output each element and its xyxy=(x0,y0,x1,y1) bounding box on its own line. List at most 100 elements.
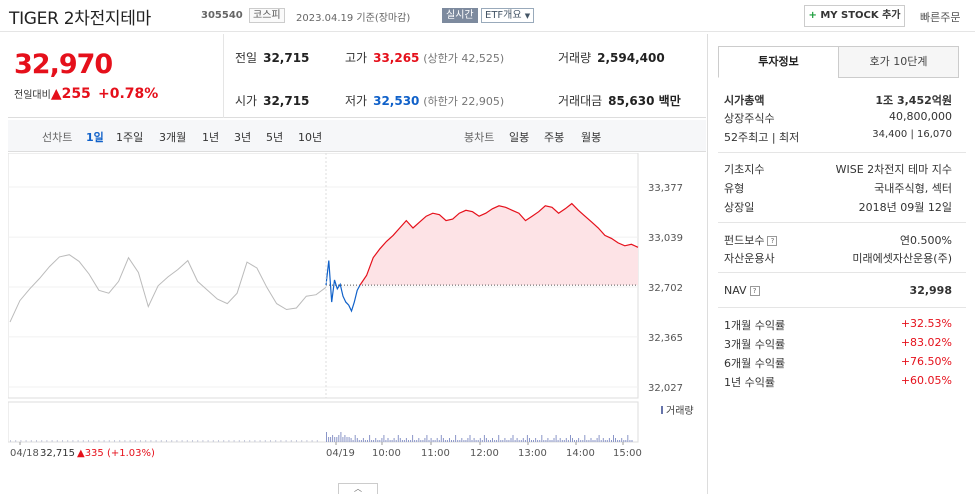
volume-bar xyxy=(348,437,350,442)
volume-bar xyxy=(369,435,371,442)
volume-bar xyxy=(496,440,498,442)
volume-bar xyxy=(613,435,614,442)
etf-overview-dropdown[interactable]: ETF개요 ▼ xyxy=(481,8,535,23)
volume-bar xyxy=(352,440,354,442)
volume-bar xyxy=(25,440,27,442)
high-price: 고가 33,265 (상한가 42,525) xyxy=(345,49,504,66)
tab-investment-info[interactable]: 투자정보 xyxy=(718,46,839,78)
volume-bar xyxy=(385,440,387,442)
volume-bar xyxy=(461,438,463,442)
add-my-stock-button[interactable]: + MY STOCK 추가 xyxy=(804,5,905,27)
upper-limit: (상한가 42,525) xyxy=(423,52,505,65)
volume-bar xyxy=(395,440,397,442)
fund-type-row: 유형 국내주식형, 섹터 xyxy=(724,180,952,196)
return-6m-label: 6개월 수익률 xyxy=(724,357,786,370)
period-3m[interactable]: 3개월 xyxy=(159,129,186,145)
current-price: 32,970 xyxy=(14,49,113,80)
return-1y-value: +60.05% xyxy=(900,374,952,387)
volume-bar xyxy=(463,440,465,442)
return-1y-label: 1년 수익률 xyxy=(724,376,775,389)
volume-bar xyxy=(473,438,475,442)
volume-bar xyxy=(570,435,571,442)
period-1d[interactable]: 1일 xyxy=(86,129,104,145)
volume-bar xyxy=(171,440,173,442)
volume-bar xyxy=(228,440,230,442)
period-1w[interactable]: 1주일 xyxy=(116,129,143,145)
market-badge: 코스피 xyxy=(249,8,285,23)
volume-bar xyxy=(598,435,600,442)
price-summary: 32,970 전일대비▲255 +0.78% 전일 32,715 고가 33,265… xyxy=(8,34,706,118)
help-icon[interactable]: ? xyxy=(767,236,778,246)
volume-bar xyxy=(181,440,183,442)
volume-bar xyxy=(405,438,407,442)
volume-bar xyxy=(553,438,555,442)
volume-bar xyxy=(586,440,588,442)
volume-bar xyxy=(621,438,623,442)
volume-bar xyxy=(516,438,518,442)
period-10y[interactable]: 10년 xyxy=(298,129,322,145)
volume-bar xyxy=(502,440,504,442)
volume-bar xyxy=(547,438,549,442)
volume-bar xyxy=(498,435,500,442)
volume-bar xyxy=(114,440,115,442)
return-3m-label: 3개월 수익률 xyxy=(724,338,786,351)
chevron-down-icon: ▼ xyxy=(524,12,531,20)
volume-bar xyxy=(444,440,446,442)
volume-bar xyxy=(608,438,610,442)
volume-legend-marker xyxy=(661,406,663,414)
y-tick-label: 33,039 xyxy=(648,233,683,244)
volume-label: 거래량 xyxy=(666,405,694,417)
change-value: ▲255 xyxy=(50,86,91,102)
stock-header: TIGER 2차전지테마 305540 코스피 2023.04.19 기준(장마… xyxy=(0,0,975,32)
period-1y[interactable]: 1년 xyxy=(202,129,219,145)
volume-bar xyxy=(576,440,578,442)
volume-bar xyxy=(270,440,271,442)
quick-order-link[interactable]: 빠른주문 xyxy=(920,9,960,25)
volume-frame xyxy=(7,401,639,443)
shares-row: 상장주식수 40,800,000 xyxy=(724,110,952,126)
volume-bar xyxy=(393,438,395,442)
candle-monthly[interactable]: 월봉 xyxy=(581,129,601,145)
volume-bar xyxy=(192,440,193,442)
volume-bar xyxy=(477,440,479,442)
index-row: 기초지수 WISE 2차전지 테마 지수 xyxy=(724,161,952,177)
volume-bar xyxy=(360,440,362,442)
tab-order-book[interactable]: 호가 10단계 xyxy=(838,46,959,78)
volume-bar xyxy=(389,440,391,442)
period-3y[interactable]: 3년 xyxy=(234,129,251,145)
volume-bar xyxy=(330,437,332,442)
volume-bar xyxy=(557,440,559,442)
collapse-chart-button[interactable]: ︿ xyxy=(338,483,378,494)
volume-bar xyxy=(465,440,467,442)
change-percent: +0.78% xyxy=(98,86,159,102)
volume-bar xyxy=(596,438,598,442)
volume-bar xyxy=(301,440,303,442)
market-cap-value: 1조 3,452억원 xyxy=(875,94,952,107)
volume-bar xyxy=(426,435,428,442)
volume-bar xyxy=(545,440,547,442)
candle-daily[interactable]: 일봉 xyxy=(509,129,529,145)
volume-bar xyxy=(449,438,450,442)
volume-value: 2,594,400 xyxy=(597,51,665,65)
return-6m-value: +76.50% xyxy=(900,355,952,368)
period-5y[interactable]: 5년 xyxy=(266,129,283,145)
y-tick-label: 32,365 xyxy=(648,333,683,344)
volume-bar xyxy=(578,438,580,442)
volume-bar xyxy=(518,440,520,442)
volume-bar xyxy=(67,440,69,442)
volume-bar xyxy=(93,440,95,442)
price-chart[interactable]: 33,377 33,039 32,702 32,365 32,027 거래량 04/19… xyxy=(7,152,706,483)
volume: 거래량 2,594,400 xyxy=(558,49,665,66)
volume-bar xyxy=(377,440,379,442)
volume-bar xyxy=(338,435,340,442)
realtime-button[interactable]: 실시간 xyxy=(442,8,478,23)
chevron-up-icon: ︿ xyxy=(354,484,362,493)
low-label: 저가 xyxy=(345,94,368,108)
manager-row: 자산운용사 미래에셋자산운용(주) xyxy=(724,250,952,266)
volume-bar xyxy=(619,440,621,442)
volume-bar xyxy=(420,440,422,442)
volume-bar xyxy=(436,438,438,442)
help-icon[interactable]: ? xyxy=(749,286,760,296)
candle-weekly[interactable]: 주봉 xyxy=(544,129,564,145)
y-axis-ticks: 33,377 33,039 32,702 32,365 32,027 xyxy=(648,183,683,394)
